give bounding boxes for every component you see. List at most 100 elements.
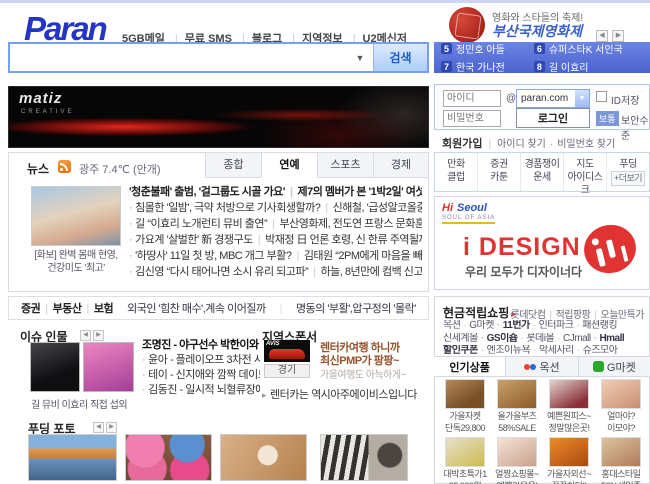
news-tab-economy[interactable]: 경제 xyxy=(373,152,429,178)
keyword-item[interactable]: 7 한국 가나전 xyxy=(441,59,534,74)
search-button[interactable]: 검색 xyxy=(373,44,427,71)
headline-row[interactable]: 길 “이효리 노개런티 뮤비 출연”부산영화제, 전도연 프랑스 문화훈장 받아 xyxy=(129,216,422,232)
product-item[interactable]: 홍대스타일50%세일중 xyxy=(595,437,647,484)
keyword-item[interactable]: 8 길 이효리 xyxy=(534,59,643,74)
keyword-rank: 5 xyxy=(441,43,452,54)
finance-link-stock[interactable]: 증권 xyxy=(21,300,40,316)
matiz-ad-banner[interactable]: matiz CREATIVE xyxy=(8,86,429,148)
mall-link[interactable]: Hmall xyxy=(591,333,625,344)
mall-link[interactable]: GS이숍 xyxy=(478,333,518,344)
mall-link[interactable]: 할인쿠폰 xyxy=(443,345,478,356)
quicklink-pudding-more[interactable]: 푸딩+더보기 xyxy=(606,153,649,191)
headline-row[interactable]: 침몰한 '일밤', 극약 처방으로 기사회생할까?신해철, '급성알코올중독' xyxy=(129,200,422,216)
gmarket-logo-icon xyxy=(593,361,604,372)
security-level-label[interactable]: 보안수준 xyxy=(621,112,649,142)
mall-link[interactable]: 인터파크 xyxy=(530,320,574,331)
kids-collage-photo[interactable] xyxy=(125,434,212,481)
password-field[interactable] xyxy=(443,110,501,127)
tab-gmarket[interactable]: G마켓 xyxy=(578,357,650,376)
matiz-sub-label: CREATIVE xyxy=(21,109,75,115)
auction-logo-icon xyxy=(524,363,536,371)
issue-list-item[interactable]: 조명진 - 야구선수 박한이와 결혼 xyxy=(142,338,260,353)
product-item[interactable]: 대박초특가125,000원 xyxy=(439,437,491,484)
product-item[interactable]: 예쁜원피스~정말많은곳! xyxy=(543,379,595,433)
issue-list-item[interactable]: 테이 - 신지애와 깜짝 데이트 화제 xyxy=(142,368,260,383)
quicklink-fortune[interactable]: 경품쟁이운세 xyxy=(520,153,563,191)
headline-row[interactable]: '하땅사' 11일 첫 방, MBC 개그 부활?김태원 “2PM에게 마음을 … xyxy=(129,248,422,264)
signup-link[interactable]: 회원가입 xyxy=(442,138,482,150)
tab-popular-products[interactable]: 인기상품 xyxy=(434,357,505,376)
news-tabs: 종합 연예 스포츠 경제 xyxy=(205,152,429,178)
product-item[interactable]: 얼짱쇼핑몰~예쁜가을옷! xyxy=(491,437,543,484)
find-id-link[interactable]: 아이디 찾기 xyxy=(497,139,546,150)
promo-title[interactable]: 부산국제영화제 xyxy=(492,21,582,41)
mall-link[interactable]: 롯데i몰 xyxy=(518,333,555,344)
shopping-section-title[interactable]: 현금적립쇼핑 xyxy=(443,304,516,321)
id-field[interactable] xyxy=(443,90,501,107)
news-photo-caption[interactable]: [화보] 완벽 몸매 현영,건강미도 '최고' xyxy=(17,249,135,275)
keyword-label: 슈퍼스타K 서인국 xyxy=(549,41,623,56)
mall-link[interactable]: 신세계몰 xyxy=(443,333,478,344)
news-tab-sports[interactable]: 스포츠 xyxy=(317,152,373,178)
product-item[interactable]: 가을자외선~꼼꼼차단!! xyxy=(543,437,595,484)
rss-icon[interactable] xyxy=(58,160,71,173)
region-ad-link[interactable]: 렌터카는 역시아주에이비스입니다 xyxy=(262,386,417,402)
product-item[interactable]: 가을자켓단독29,800 xyxy=(439,379,491,433)
search-input[interactable] xyxy=(10,44,347,71)
headline-row[interactable]: 가요계 '살벌한' 新 경쟁구도박재정 日 언론 호령, 신 한류 주역될까 xyxy=(129,232,422,248)
news-tab-entertainment[interactable]: 연예 xyxy=(261,152,317,178)
keyword-label: 정민호 아들 xyxy=(456,41,505,56)
region-badge[interactable]: 경기 xyxy=(264,364,310,378)
news-tab-general[interactable]: 종합 xyxy=(205,152,261,178)
quicklink-comics-club[interactable]: 만화클럽 xyxy=(435,153,477,191)
mall-link[interactable]: G마켓 xyxy=(460,320,494,331)
login-box: @ paran.com ▼ ID저장 로그인 보통 보안수준 xyxy=(434,84,650,130)
issue-prev-icon[interactable]: ◀ xyxy=(80,330,91,341)
more-button[interactable]: +더보기 xyxy=(611,171,645,186)
mall-link[interactable]: 옥션 xyxy=(443,320,460,331)
avis-ad-thumbnail[interactable]: AVIS xyxy=(264,340,310,362)
matiz-brand-label: matiz xyxy=(19,90,62,107)
issue-next-icon[interactable]: ▶ xyxy=(93,330,104,341)
mall-link[interactable]: 악세사리 xyxy=(530,345,574,356)
issue-photo-hyori[interactable] xyxy=(83,342,134,392)
find-password-link[interactable]: 비밀번호 찾기 xyxy=(557,139,615,150)
pudding-next-icon[interactable]: ▶ xyxy=(106,422,117,433)
city-reflection-photo[interactable] xyxy=(28,434,117,481)
finance-news-item[interactable]: 명동의 '부활',압구정의 '몰락' xyxy=(280,300,416,316)
mail-domain-select[interactable]: paran.com ▼ xyxy=(516,89,590,108)
product-item[interactable]: 올가을부츠58%SALE xyxy=(491,379,543,433)
quicklink-map-idisk[interactable]: 지도아이디스크 xyxy=(563,153,606,191)
finance-link-realestate[interactable]: 부동산 xyxy=(40,300,81,316)
region-ad-line3: 가을여행도 아늑하게~ xyxy=(320,366,406,381)
product-thumbnail xyxy=(497,437,537,467)
issue-photo-gil[interactable] xyxy=(30,342,80,392)
region-sponsor-section: 지역스폰서 AVIS 경기 렌터카여행 하니까 최신PMP가 팡팡~ 가을여행도… xyxy=(262,324,429,420)
news-thumbnail-photo[interactable] xyxy=(31,186,121,246)
quicklink-stock-cartoon[interactable]: 증권카툰 xyxy=(477,153,520,191)
issue-list-item[interactable]: 김동진 - 일시적 뇌혈류장애 판정 xyxy=(142,383,260,398)
login-button[interactable]: 로그인 xyxy=(516,108,590,128)
mall-link[interactable]: 패션랭킹 xyxy=(573,320,617,331)
product-item[interactable]: 얼마야?이모야? xyxy=(595,379,647,433)
zebra-photo[interactable] xyxy=(320,434,408,481)
id-save-checkbox[interactable] xyxy=(596,91,607,102)
mall-link[interactable]: CJmall xyxy=(554,333,590,344)
mall-link[interactable]: 엔조이뉴욕 xyxy=(478,345,530,356)
pudding-prev-icon[interactable]: ◀ xyxy=(93,422,104,433)
autumn-dance-photo[interactable] xyxy=(220,434,307,481)
headline-row[interactable]: '청춘불패' 출범, '걸그룹도 시골 가요'제7의 멤버가 본 '1박2일' … xyxy=(129,184,422,200)
news-section-title[interactable]: 뉴스 xyxy=(27,160,49,177)
finance-link-insurance[interactable]: 보험 xyxy=(81,300,113,316)
issue-photo-caption[interactable]: 길 뮤비 이효리 직접 섭외 xyxy=(18,396,140,411)
issue-list-item[interactable]: 윤아 - 플레이오프 3차전 시구 xyxy=(142,353,260,368)
headline-row[interactable]: 김신영 “다시 태어나면 소시 유리 되고파”하늘, 8년만에 컴백 신고식 xyxy=(129,264,422,280)
mall-link[interactable]: 슈즈모아 xyxy=(574,345,618,356)
tab-auction[interactable]: 옥션 xyxy=(505,357,577,376)
mall-link[interactable]: 11번가 xyxy=(494,320,530,331)
finance-news-item[interactable]: 외국인 '힘찬 매수',계속 이어질까 xyxy=(127,300,265,316)
keyword-item[interactable]: 5 정민호 아들 xyxy=(441,41,534,56)
keyword-item[interactable]: 6 슈퍼스타K 서인국 xyxy=(534,41,643,56)
search-dropdown-caret-icon[interactable]: ▼ xyxy=(347,44,373,71)
idesign-ad[interactable]: Hi Seoul SOUL OF ASIA i DESIGN 우리 모두가 디자… xyxy=(434,196,650,290)
